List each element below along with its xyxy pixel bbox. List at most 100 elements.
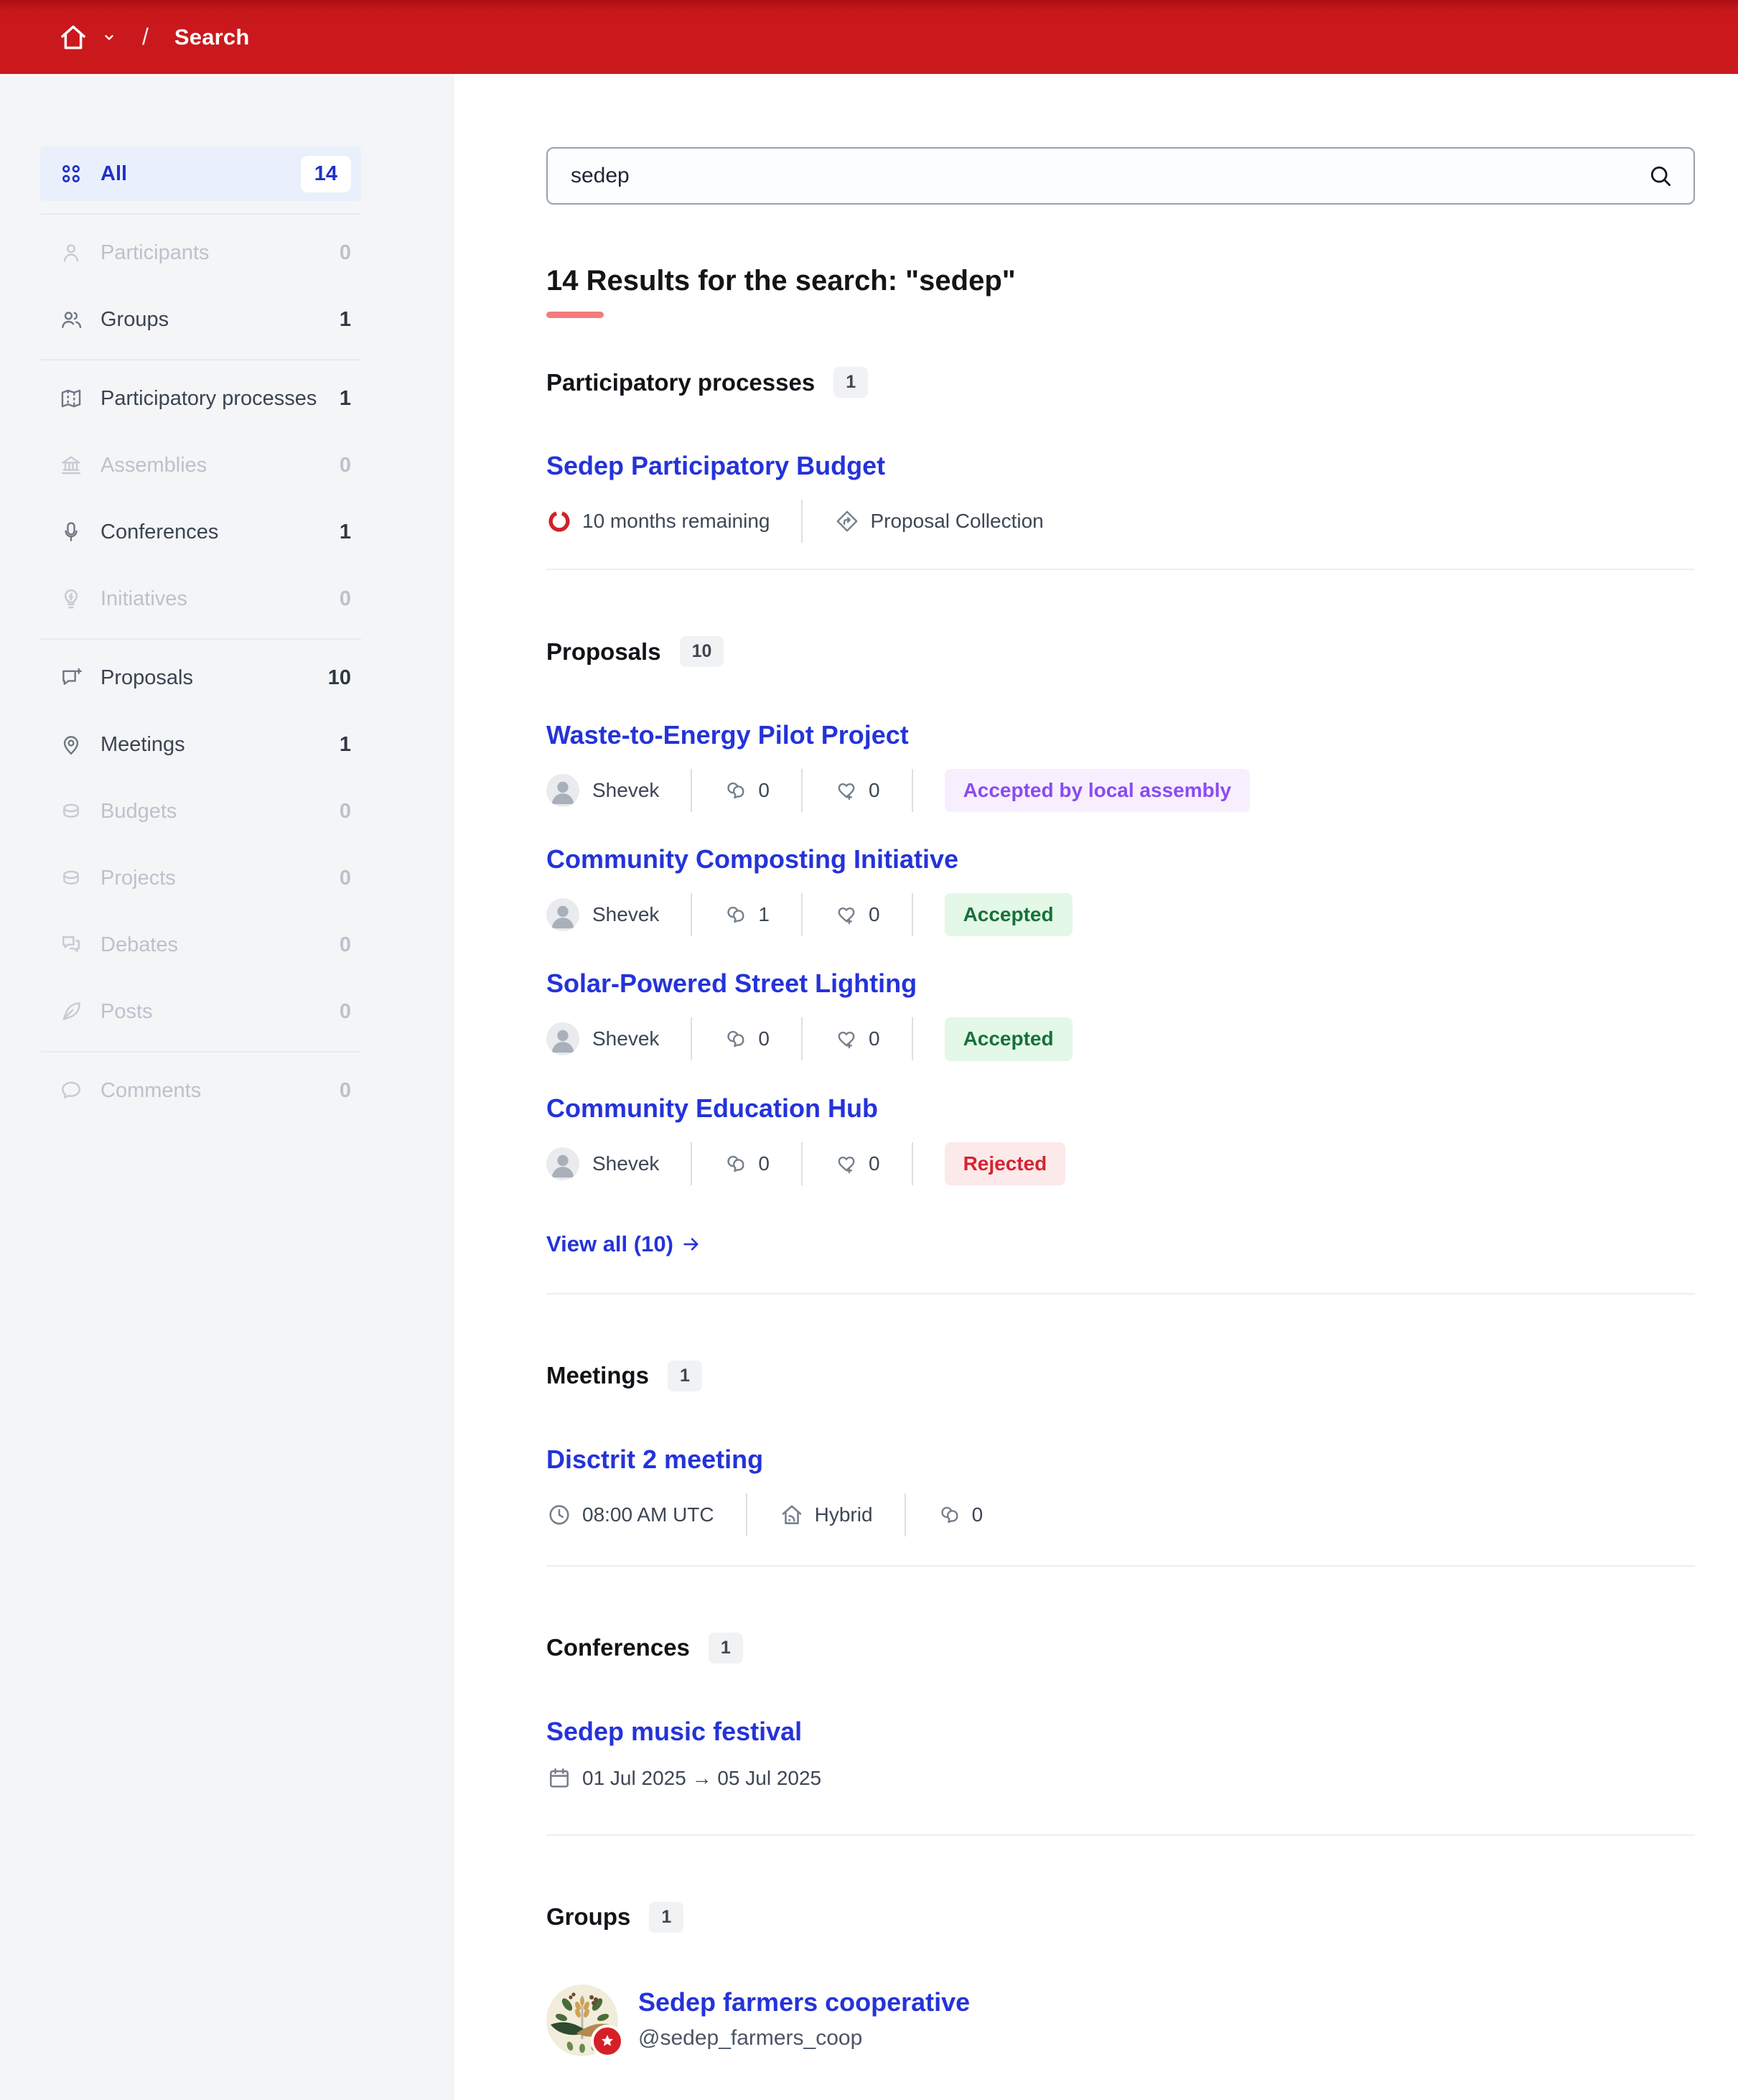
heading-accent-bar: [546, 312, 604, 318]
calendar-icon: [546, 1765, 572, 1791]
avatar: [546, 898, 579, 932]
section-title: Conferences: [546, 1634, 690, 1661]
sidebar-item-label: Groups: [101, 307, 169, 331]
section-count-badge: 1: [708, 1632, 743, 1663]
sidebar-item-label: Debates: [101, 933, 179, 956]
meeting-link[interactable]: Disctrit 2 meeting: [546, 1445, 763, 1475]
sidebar-item-count: 1: [339, 732, 351, 756]
map-pin-icon: [59, 732, 83, 757]
quill-icon: [59, 999, 83, 1024]
section-title: Groups: [546, 1903, 631, 1931]
users-icon: [59, 307, 83, 332]
sidebar-item-label: Assemblies: [101, 453, 207, 477]
meta-divider: [911, 769, 913, 813]
proposal-link[interactable]: Community Education Hub: [546, 1093, 878, 1124]
heart-plus-icon: [834, 1152, 859, 1176]
sidebar-item-groups[interactable]: Groups 1: [40, 292, 361, 347]
sidebar-item-proposals[interactable]: Proposals 10: [40, 650, 361, 705]
home-signal-icon: [779, 1502, 805, 1528]
search-results-main: 14 Results for the search: "sedep" Parti…: [454, 74, 1738, 2100]
sidebar-item-label: Projects: [101, 866, 176, 890]
sidebar-item-count: 0: [339, 241, 351, 264]
coin-icon: [59, 799, 83, 823]
proposal-link[interactable]: Waste-to-Energy Pilot Project: [546, 720, 909, 750]
timer-icon: [546, 508, 572, 534]
endorsements-count: 0: [834, 778, 880, 803]
chevron-down-icon[interactable]: [101, 29, 118, 46]
comments-count: 1: [724, 902, 770, 927]
sidebar-item-label: Budgets: [101, 799, 177, 823]
comments-icon: [724, 778, 748, 803]
microphone-icon: [59, 520, 83, 544]
list-item: Waste-to-Energy Pilot Project Shevek 0 0…: [546, 720, 1695, 813]
sidebar-item-label: Participants: [101, 241, 210, 264]
sidebar-item-conferences[interactable]: Conferences 1: [40, 505, 361, 559]
sidebar-item-comments: Comments 0: [40, 1063, 361, 1118]
process-link[interactable]: Sedep Participatory Budget: [546, 451, 885, 481]
sidebar-item-label: Meetings: [101, 732, 185, 756]
meta-divider: [911, 1017, 913, 1061]
section-count-badge: 1: [649, 1901, 684, 1933]
home-icon[interactable]: [57, 22, 89, 53]
meta-divider: [911, 893, 913, 937]
group-link[interactable]: Sedep farmers cooperative: [638, 1987, 970, 2017]
breadcrumb-page-title: Search: [174, 24, 250, 50]
view-all-link[interactable]: View all (10): [546, 1231, 702, 1257]
comments-icon: [724, 902, 748, 927]
star-icon: [599, 2033, 616, 2050]
sidebar-item-count: 14: [300, 155, 351, 192]
list-item: Disctrit 2 meeting 08:00 AM UTC Hybrid 0: [546, 1445, 1695, 1536]
user-icon: [59, 241, 83, 265]
section-title: Meetings: [546, 1362, 650, 1389]
sidebar-item-count: 1: [339, 520, 351, 543]
conference-link[interactable]: Sedep music festival: [546, 1717, 802, 1747]
status-badge: Accepted: [944, 893, 1073, 937]
breadcrumb-separator: /: [142, 24, 149, 50]
heart-plus-icon: [834, 1027, 859, 1051]
list-item: Solar-Powered Street Lighting Shevek 0 0…: [546, 969, 1695, 1061]
sidebar-divider: [40, 638, 361, 640]
sidebar-divider: [40, 359, 361, 360]
comments-icon: [724, 1027, 748, 1051]
lightbulb-icon: [59, 587, 83, 611]
sidebar-item-budgets: Budgets 0: [40, 784, 361, 839]
author: Shevek: [546, 1022, 659, 1056]
meta-divider: [691, 769, 693, 813]
sidebar-item-count: 0: [339, 799, 351, 823]
map-icon: [59, 386, 83, 411]
sidebar-item-count: 0: [339, 866, 351, 890]
sidebar-item-label: Initiatives: [101, 587, 187, 610]
clock-icon: [546, 1502, 572, 1528]
author: Shevek: [546, 774, 659, 808]
search-button[interactable]: [1648, 162, 1676, 190]
arrow-right-icon: [681, 1233, 702, 1255]
proposal-link[interactable]: Solar-Powered Street Lighting: [546, 969, 917, 999]
sidebar-item-count: 1: [339, 307, 351, 331]
sidebar-item-count: 10: [327, 666, 351, 689]
section-conferences: Conferences 1 Sedep music festival 01 Ju…: [546, 1567, 1695, 1836]
heart-plus-icon: [834, 902, 859, 927]
process-phase: Proposal Collection: [834, 508, 1044, 534]
meta-divider: [911, 1142, 913, 1185]
sidebar-item-label: Posts: [101, 999, 153, 1023]
section-participatory-processes: Participatory processes 1 Sedep Particip…: [546, 318, 1695, 570]
comments-count: 0: [938, 1503, 983, 1527]
sidebar-item-label: Participatory processes: [101, 386, 317, 410]
list-item: Sedep music festival 01 Jul 2025 → 05 Ju…: [546, 1717, 1695, 1791]
top-navigation-bar: / Search: [0, 0, 1738, 74]
sidebar-item-meetings[interactable]: Meetings 1: [40, 717, 361, 772]
sidebar-item-all[interactable]: All 14: [40, 146, 361, 201]
sidebar-divider: [40, 213, 361, 215]
proposal-link[interactable]: Community Composting Initiative: [546, 844, 958, 874]
sidebar-item-count: 1: [339, 386, 351, 410]
meta-divider: [800, 1017, 803, 1061]
section-title: Participatory processes: [546, 368, 816, 396]
sidebar-item-label: Proposals: [101, 666, 193, 689]
sidebar-item-participatory-processes[interactable]: Participatory processes 1: [40, 371, 361, 426]
search-input[interactable]: [571, 164, 1625, 188]
section-title: Proposals: [546, 638, 661, 665]
chat-bubble-icon: [59, 1078, 83, 1103]
sidebar-divider: [40, 1051, 361, 1053]
avatar: [546, 774, 579, 808]
sidebar-item-count: 0: [339, 453, 351, 477]
